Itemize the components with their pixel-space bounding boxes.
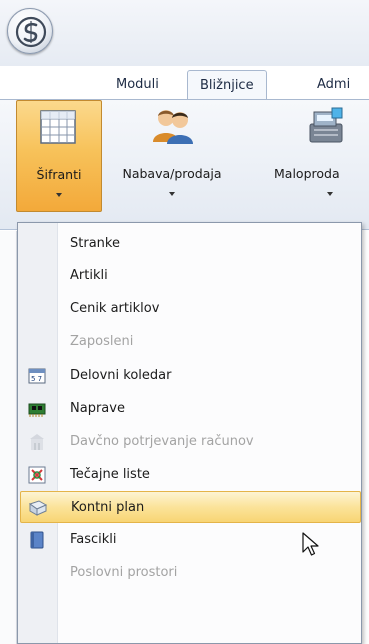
- menu-item-label: Poslovni prostori: [70, 565, 178, 580]
- mouse-pointer-icon: [302, 532, 319, 556]
- menu-item-label: Cenik artiklov: [70, 301, 160, 316]
- menu-item-label: Artikli: [70, 268, 108, 283]
- chevron-down-icon: [327, 192, 333, 196]
- calendar-icon: 5 7: [28, 368, 46, 384]
- background-panel: [0, 231, 17, 644]
- menu-item-label: Fascikli: [70, 532, 117, 547]
- application-menu-orb[interactable]: [7, 8, 53, 54]
- tab-bliznjice[interactable]: Bližnjice: [187, 70, 267, 100]
- sifranti-dropdown-menu: Stranke Artikli Cenik artiklov Zaposleni…: [17, 222, 362, 644]
- sifranti-label: Šifranti: [36, 167, 82, 182]
- menu-item-davcno-potrjevanje: Davčno potrjevanje računov: [20, 426, 361, 458]
- svg-text:5 7: 5 7: [31, 375, 42, 383]
- tab-admin[interactable]: Admi: [305, 70, 362, 100]
- maloprodaja-label: Maloproda: [274, 166, 340, 181]
- sifranti-button[interactable]: Šifranti: [16, 100, 102, 212]
- menu-item-naprave[interactable]: Naprave: [20, 393, 361, 425]
- menu-item-label: Kontni plan: [71, 500, 145, 515]
- chevron-down-icon: [56, 193, 62, 197]
- exchange-icon: [28, 466, 46, 484]
- menu-item-label: Tečajne liste: [70, 467, 150, 482]
- circuit-board-icon: [28, 403, 46, 417]
- menu-item-label: Delovni koledar: [70, 368, 172, 383]
- cash-register-icon: [309, 107, 343, 143]
- people-icon: [153, 110, 193, 144]
- nabava-prodaja-label: Nabava/prodaja: [122, 166, 222, 181]
- folder-icon: [30, 531, 44, 549]
- menu-item-label: Davčno potrjevanje računov: [70, 434, 254, 449]
- menu-item-stranke[interactable]: Stranke: [20, 228, 361, 260]
- menu-item-kontni-plan[interactable]: Kontni plan: [20, 491, 361, 523]
- app-logo-icon: [15, 16, 47, 48]
- building-icon: [30, 434, 44, 450]
- book-icon: [29, 500, 47, 516]
- menu-item-cenik-artiklov[interactable]: Cenik artiklov: [20, 293, 361, 325]
- menu-item-artikli[interactable]: Artikli: [20, 260, 361, 292]
- menu-item-zaposleni: Zaposleni: [20, 326, 361, 358]
- menu-item-label: Stranke: [70, 236, 120, 251]
- menu-item-poslovni-prostori: Poslovni prostori: [20, 557, 361, 589]
- grid-table-icon: [40, 110, 76, 144]
- menu-item-delovni-koledar[interactable]: 5 7 Delovni koledar: [20, 360, 361, 392]
- menu-item-label: Zaposleni: [70, 334, 134, 349]
- title-bar: [0, 0, 369, 66]
- menu-item-label: Naprave: [70, 401, 125, 416]
- maloprodaja-button[interactable]: Maloproda: [270, 100, 369, 212]
- application-window: Moduli Bližnjice Admi Šifranti Nabava/pr…: [0, 0, 369, 644]
- chevron-down-icon: [169, 192, 175, 196]
- tab-moduli[interactable]: Moduli: [104, 70, 171, 100]
- nabava-prodaja-button[interactable]: Nabava/prodaja: [112, 100, 232, 212]
- ribbon-panel: Šifranti Nabava/prodaja Maloproda: [0, 100, 369, 230]
- menu-item-tecajne-liste[interactable]: Tečajne liste: [20, 459, 361, 491]
